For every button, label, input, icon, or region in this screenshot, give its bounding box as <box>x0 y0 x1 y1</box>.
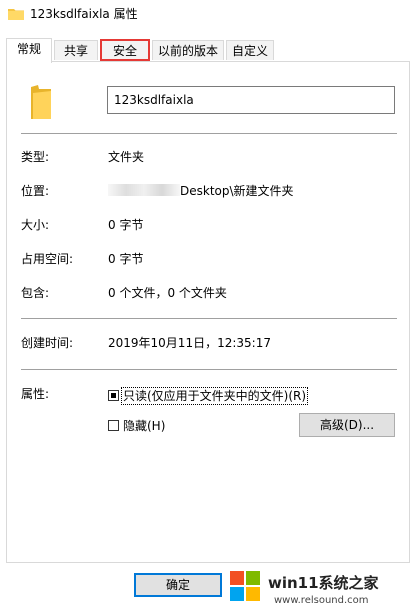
separator <box>21 369 397 370</box>
separator <box>21 133 397 134</box>
folder-large-icon <box>31 85 51 119</box>
tab-strip: 常规 共享 安全 以前的版本 自定义 <box>6 38 410 63</box>
checkbox-indeterminate-icon <box>108 390 119 401</box>
watermark-logo: win11系统之家 www.relsound.com <box>226 565 414 609</box>
redacted-path <box>108 184 180 196</box>
created-label: 创建时间: <box>21 336 74 350</box>
type-label: 类型: <box>21 150 50 164</box>
contains-label: 包含: <box>21 286 50 300</box>
created-value: 2019年10月11日，12:35:17 <box>108 336 271 350</box>
size-label: 大小: <box>21 218 50 232</box>
folder-name-input[interactable] <box>107 86 395 114</box>
disk-size-value: 0 字节 <box>108 252 144 266</box>
size-value: 0 字节 <box>108 218 144 232</box>
attributes-label: 属性: <box>21 387 50 401</box>
tab-security[interactable]: 安全 <box>100 39 150 61</box>
tab-previous-versions[interactable]: 以前的版本 <box>152 40 224 60</box>
ok-button[interactable]: 确定 <box>134 573 222 597</box>
folder-icon <box>8 9 24 20</box>
window-title: 123ksdlfaixla 属性 <box>30 7 138 21</box>
watermark-url: www.relsound.com <box>274 595 369 606</box>
checkbox-icon <box>108 420 119 431</box>
tab-sharing[interactable]: 共享 <box>54 40 98 60</box>
location-row: Desktop\新建文件夹 <box>108 183 294 199</box>
hidden-checkbox[interactable]: 隐藏(H) <box>108 418 165 436</box>
contains-value: 0 个文件，0 个文件夹 <box>108 286 227 300</box>
type-value: 文件夹 <box>108 150 145 164</box>
separator <box>21 318 397 319</box>
tab-general[interactable]: 常规 <box>6 38 52 63</box>
tab-customize[interactable]: 自定义 <box>226 40 274 60</box>
title-bar: 123ksdlfaixla 属性 <box>0 0 414 30</box>
disk-size-label: 占用空间: <box>21 252 74 266</box>
location-label: 位置: <box>21 184 50 198</box>
readonly-label: 只读(仅应用于文件夹中的文件)(R) <box>120 387 309 405</box>
advanced-button[interactable]: 高级(D)... <box>299 413 395 437</box>
hidden-label: 隐藏(H) <box>123 419 166 433</box>
watermark-brand: win11系统之家 <box>268 574 379 592</box>
location-value: Desktop\新建文件夹 <box>180 184 294 198</box>
general-panel: 类型: 文件夹 位置: Desktop\新建文件夹 大小: 0 字节 占用空间:… <box>6 61 410 563</box>
readonly-checkbox[interactable]: 只读(仅应用于文件夹中的文件)(R) <box>108 387 309 406</box>
